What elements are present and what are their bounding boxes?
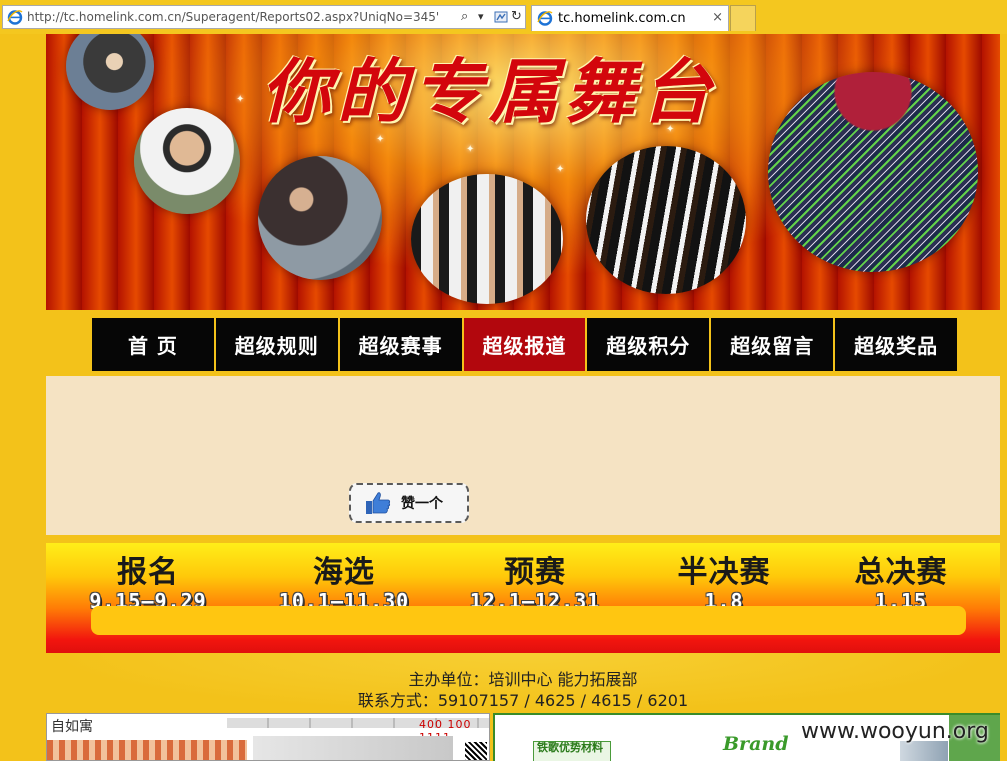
refresh-icon[interactable]: ↻ bbox=[511, 9, 522, 25]
banner-title: 你的专属舞台 bbox=[261, 50, 717, 133]
banner-photo-agent-phone bbox=[134, 108, 240, 214]
stage-preliminary: 预赛 12.1—12.31 bbox=[450, 547, 620, 613]
stage-name: 总决赛 bbox=[854, 555, 948, 590]
close-icon[interactable]: × bbox=[712, 10, 723, 25]
main-nav: 首 页 超级规则 超级赛事 超级报道 超级积分 超级留言 超级奖品 bbox=[92, 318, 958, 371]
ad-banner-right[interactable]: 铁歌优势材料 Brand www.wooyun.org bbox=[493, 713, 1000, 761]
nav-item-messages[interactable]: 超级留言 bbox=[711, 318, 834, 371]
banner-photo-audience bbox=[586, 146, 746, 294]
watermark-text: www.wooyun.org bbox=[801, 719, 989, 744]
nav-item-prizes[interactable]: 超级奖品 bbox=[835, 318, 958, 371]
footer-contact: 联系方式：59107157 / 4625 / 4615 / 6201 bbox=[357, 691, 689, 710]
ie-logo-icon bbox=[537, 11, 553, 26]
stage-audition: 海选 10.1—11.30 bbox=[259, 547, 429, 613]
browser-chrome: http://tc.homelink.com.cn/Superagent/Rep… bbox=[0, 0, 1007, 34]
banner-photo-team bbox=[411, 174, 563, 304]
stage-final: 总决赛 1.15 bbox=[816, 547, 986, 613]
sparkle-icon: ✦ bbox=[556, 164, 565, 175]
stage-name: 半决赛 bbox=[677, 555, 771, 590]
like-button[interactable]: 赞一个 bbox=[349, 483, 469, 523]
stage-name: 报名 bbox=[117, 555, 179, 590]
ad-room-image bbox=[253, 736, 453, 760]
search-icon[interactable]: ⌕ bbox=[461, 9, 468, 25]
like-label: 赞一个 bbox=[401, 496, 443, 512]
ie-logo-icon bbox=[7, 10, 23, 25]
schedule-progress-bar bbox=[91, 606, 966, 635]
sparkle-icon: ✦ bbox=[236, 94, 245, 105]
hero-banner: ✦ ✦ ✦ ✦ ✦ 你的专属舞台 bbox=[46, 34, 1000, 310]
stage-name: 预赛 bbox=[504, 555, 566, 590]
chevron-down-icon[interactable]: ▾ bbox=[478, 9, 484, 25]
new-tab-button[interactable] bbox=[730, 5, 756, 31]
banner-photo-arena bbox=[768, 72, 978, 272]
nav-item-points[interactable]: 超级积分 bbox=[587, 318, 710, 371]
ad-brand-logo: Brand bbox=[723, 733, 789, 755]
ad-product-text: 铁歌优势材料 bbox=[537, 741, 603, 754]
compatibility-view-icon[interactable] bbox=[494, 10, 508, 24]
stage-semifinal: 半决赛 1.8 bbox=[639, 547, 809, 613]
browser-tab[interactable]: tc.homelink.com.cn × bbox=[531, 5, 729, 31]
schedule-strip: 报名 9.15—9.29 海选 10.1—11.30 预赛 12.1—12.31… bbox=[46, 543, 1000, 653]
address-bar[interactable]: http://tc.homelink.com.cn/Superagent/Rep… bbox=[2, 5, 526, 29]
ad-banner-left[interactable]: 自如寓 400 100 1111 bbox=[46, 713, 490, 761]
nav-item-events[interactable]: 超级赛事 bbox=[339, 318, 462, 371]
sparkle-icon: ✦ bbox=[466, 144, 475, 155]
ad-thumbnail-image bbox=[900, 741, 948, 761]
report-content: 赞一个 bbox=[46, 376, 1000, 535]
nav-item-reports[interactable]: 超级报道 bbox=[463, 318, 586, 371]
tab-title: tc.homelink.com.cn bbox=[558, 11, 686, 26]
address-url[interactable]: http://tc.homelink.com.cn/Superagent/Rep… bbox=[27, 10, 439, 24]
qr-code-icon bbox=[465, 742, 487, 760]
thumbs-up-icon bbox=[366, 492, 391, 514]
banner-photo-agent-1 bbox=[66, 34, 154, 110]
banner-photo-agent-car bbox=[258, 156, 382, 280]
site-footer: 主办单位：培训中心 能力拓展部 联系方式：59107157 / 4625 / 4… bbox=[46, 653, 1000, 713]
nav-item-rules[interactable]: 超级规则 bbox=[215, 318, 338, 371]
ad-brand: 自如寓 bbox=[51, 719, 93, 735]
stage-name: 海选 bbox=[313, 555, 375, 590]
ad-awning-image bbox=[47, 740, 247, 760]
nav-item-home[interactable]: 首 页 bbox=[92, 318, 214, 371]
stage-signup: 报名 9.15—9.29 bbox=[63, 547, 233, 613]
